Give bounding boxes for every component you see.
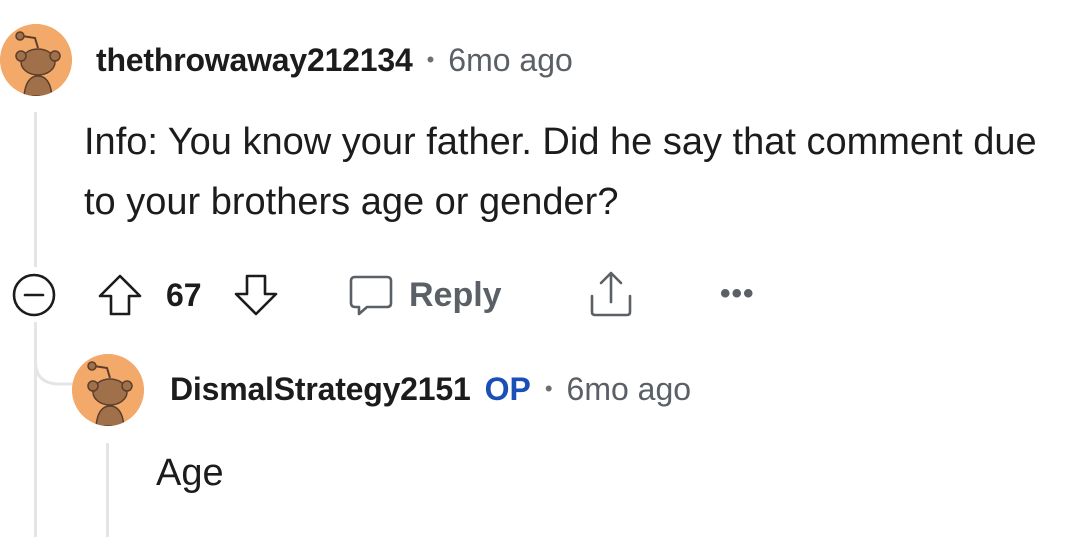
comment-username[interactable]: thethrowaway212134 — [96, 42, 413, 79]
upvote-arrow-icon — [98, 274, 142, 316]
comment-timestamp: 6mo ago — [448, 41, 573, 78]
reply-timestamp: 6mo ago — [566, 370, 692, 407]
downvote-button[interactable] — [232, 272, 280, 318]
thread-line-main[interactable] — [34, 112, 37, 267]
comment-meta: thethrowaway212134 • 6mo ago — [96, 38, 573, 82]
speech-bubble-icon — [349, 275, 393, 316]
share-button[interactable] — [587, 270, 635, 318]
vote-score: 67 — [166, 274, 202, 316]
op-badge: OP — [484, 370, 531, 407]
meta-separator: • — [544, 376, 553, 401]
reply-username[interactable]: DismalStrategy2151 — [170, 371, 471, 408]
meta-separator: • — [426, 47, 435, 72]
reply-label: Reply — [409, 275, 502, 314]
more-dots-icon: ••• — [720, 277, 755, 310]
reply-avatar[interactable] — [72, 354, 144, 426]
reply-button[interactable]: Reply — [347, 270, 502, 320]
comment-body: Info: You know your father. Did he say t… — [84, 121, 1037, 223]
collapse-minus-icon — [12, 273, 56, 317]
upvote-button[interactable] — [96, 272, 144, 318]
avatar[interactable] — [0, 24, 72, 96]
reply-body: Age — [156, 452, 224, 494]
more-options-button[interactable]: ••• — [720, 274, 755, 314]
downvote-arrow-icon — [234, 274, 278, 316]
snoo-avatar-icon — [72, 354, 144, 426]
share-icon — [590, 271, 632, 317]
score-value: 67 — [166, 276, 202, 313]
collapse-button[interactable] — [11, 272, 57, 318]
thread-line-reply[interactable] — [106, 443, 109, 537]
reply-meta: DismalStrategy2151 OP • 6mo ago — [170, 367, 691, 411]
snoo-avatar-icon — [0, 24, 72, 96]
